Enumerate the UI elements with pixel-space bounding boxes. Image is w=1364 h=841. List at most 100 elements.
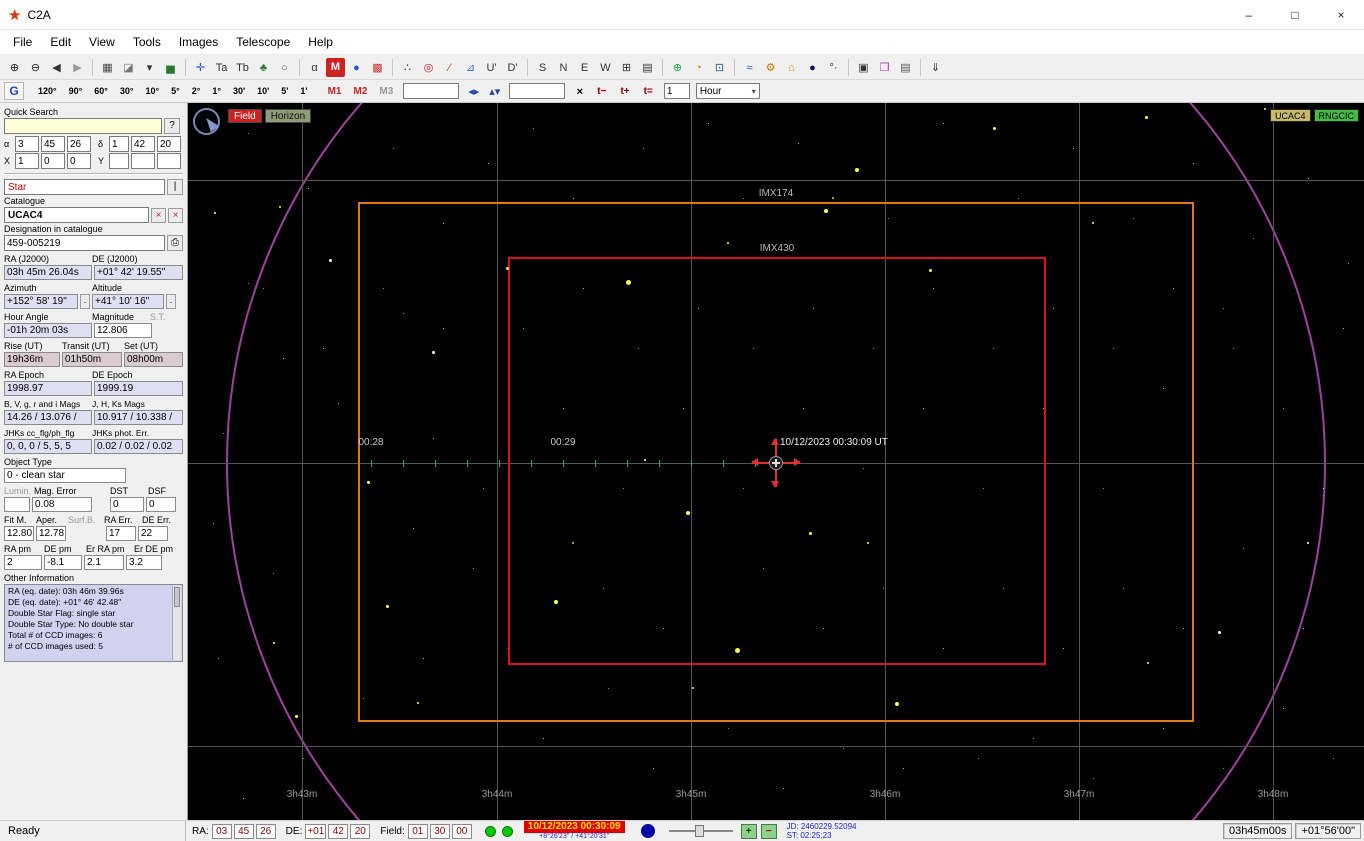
finder-frame-icon[interactable]: ⊞: [617, 58, 636, 77]
observatory-dome-icon[interactable]: ⌂: [782, 58, 801, 77]
dropdown-arrow-icon[interactable]: ▾: [140, 58, 159, 77]
designation-input[interactable]: [4, 235, 165, 251]
info-scrollbar[interactable]: [172, 586, 181, 660]
fov-button-30deg[interactable]: 30°: [115, 83, 139, 99]
field-value-2[interactable]: 00: [451, 823, 472, 839]
menu-item-telescope[interactable]: Telescope: [227, 32, 299, 52]
clear-search-icon[interactable]: ×: [570, 82, 589, 101]
date-display-icon[interactable]: D': [503, 58, 522, 77]
panel-splitter-button[interactable]: |: [167, 179, 183, 195]
west-icon[interactable]: W: [596, 58, 615, 77]
fov-button-1deg[interactable]: 1°: [207, 83, 226, 99]
ra-value-2[interactable]: 26: [255, 823, 276, 839]
sky-chart[interactable]: Field Horizon UCAC4 RNGCIC 3h43m 3h44m 3h45m…: [188, 103, 1364, 820]
greek-letters-icon[interactable]: α: [305, 58, 324, 77]
mark-button-m2[interactable]: M2: [348, 83, 372, 100]
de-degrees-input[interactable]: [109, 136, 129, 152]
time-now-button[interactable]: t=: [639, 84, 658, 99]
fov-button-5min[interactable]: 5': [276, 83, 293, 99]
constellation-icon[interactable]: ○: [275, 58, 294, 77]
catalogue-select[interactable]: UCAC4: [4, 207, 149, 223]
clock-icon[interactable]: ◔: [689, 58, 708, 77]
time-minus-button[interactable]: t−: [592, 84, 611, 99]
fov-button-1min[interactable]: 1': [295, 83, 312, 99]
quick-search-input[interactable]: [4, 118, 162, 134]
fov-button-120deg[interactable]: 120°: [33, 83, 62, 99]
de-value-1[interactable]: 42: [328, 823, 349, 839]
south-icon[interactable]: S: [533, 58, 552, 77]
night-mode-icon[interactable]: ●: [803, 58, 822, 77]
ra-hours-input[interactable]: [15, 136, 39, 152]
menu-item-tools[interactable]: Tools: [124, 32, 170, 52]
previous-view-icon[interactable]: ◀: [47, 58, 66, 77]
help-button[interactable]: ?: [164, 118, 180, 134]
zoom-in-button[interactable]: +: [740, 823, 757, 839]
x2-input[interactable]: [41, 153, 65, 169]
zoom-out-button[interactable]: −: [760, 823, 777, 839]
fov-button-10min[interactable]: 10': [252, 83, 274, 99]
de-value-2[interactable]: 20: [350, 823, 371, 839]
azimuth-more-button[interactable]: .: [80, 294, 90, 309]
comets-icon[interactable]: ∕: [440, 58, 459, 77]
de-value-0[interactable]: +01: [305, 823, 327, 839]
object-name-input[interactable]: [403, 83, 460, 99]
time-step-input[interactable]: [663, 83, 690, 99]
print-icon[interactable]: ⎙: [167, 235, 183, 251]
guide-telescope-button[interactable]: G: [4, 82, 24, 100]
flip-vertical-icon[interactable]: ▴▾: [485, 82, 504, 101]
menu-item-file[interactable]: File: [4, 32, 41, 52]
view-tab-field[interactable]: Field: [228, 109, 262, 123]
object-category-select[interactable]: Star: [4, 179, 165, 195]
menu-item-edit[interactable]: Edit: [41, 32, 80, 52]
star-names-icon[interactable]: Ta: [212, 58, 231, 77]
sky-background-icon[interactable]: ◪: [119, 58, 138, 77]
close-button[interactable]: ×: [1318, 0, 1364, 29]
fov-button-5deg[interactable]: 5°: [166, 83, 185, 99]
fov-button-10deg[interactable]: 10°: [141, 83, 165, 99]
mark-button-m1[interactable]: M1: [323, 83, 347, 100]
dss-image-icon[interactable]: ▤: [896, 58, 915, 77]
fov-button-30min[interactable]: 30': [228, 83, 250, 99]
fov-button-60deg[interactable]: 60°: [89, 83, 113, 99]
east-icon[interactable]: E: [575, 58, 594, 77]
minimize-button[interactable]: –: [1226, 0, 1272, 29]
ra-minutes-input[interactable]: [41, 136, 65, 152]
load-image-icon[interactable]: ⇓: [926, 58, 945, 77]
next-view-icon[interactable]: ▶: [68, 58, 87, 77]
field-value-0[interactable]: 01: [407, 823, 428, 839]
de-minutes-input[interactable]: [131, 136, 155, 152]
slider-thumb[interactable]: [694, 825, 704, 837]
altitude-more-button[interactable]: .: [166, 294, 176, 309]
star-labels-icon[interactable]: Tb: [233, 58, 252, 77]
y3-input[interactable]: [157, 153, 181, 169]
time-plus-button[interactable]: t+: [615, 84, 634, 99]
maximize-button[interactable]: □: [1272, 0, 1318, 29]
deep-sky-icon[interactable]: ♣: [254, 58, 273, 77]
zoom-out-icon[interactable]: ⊖: [26, 58, 45, 77]
center-field-icon[interactable]: ✛: [191, 58, 210, 77]
menu-item-help[interactable]: Help: [299, 32, 342, 52]
planets-icon[interactable]: ●: [347, 58, 366, 77]
fov-button-90deg[interactable]: 90°: [64, 83, 88, 99]
fov-button-2deg[interactable]: 2°: [187, 83, 206, 99]
image-document-icon[interactable]: ❒: [875, 58, 894, 77]
ra-value-0[interactable]: 03: [211, 823, 232, 839]
time-unit-select[interactable]: Hour ▾: [695, 83, 760, 99]
coordinates-icon[interactable]: °·: [824, 58, 843, 77]
compass-icon[interactable]: [193, 108, 220, 135]
double-stars-icon[interactable]: ∴: [398, 58, 417, 77]
messier-icon[interactable]: M: [326, 57, 345, 77]
camera-icon[interactable]: ▣: [854, 58, 873, 77]
settings-gear-icon[interactable]: ⚙: [761, 58, 780, 77]
uranus-icon[interactable]: U': [482, 58, 501, 77]
mark-button-m3[interactable]: M3: [374, 83, 398, 100]
menu-item-view[interactable]: View: [80, 32, 124, 52]
ra-seconds-input[interactable]: [67, 136, 91, 152]
zoom-in-icon[interactable]: ⊕: [5, 58, 24, 77]
view-tab-horizon[interactable]: Horizon: [264, 109, 312, 123]
histogram-icon[interactable]: ▅: [161, 58, 180, 77]
screen-mode-icon[interactable]: ⊡: [710, 58, 729, 77]
flip-horizontal-icon[interactable]: ◂▸: [464, 82, 483, 101]
y2-input[interactable]: [131, 153, 155, 169]
ccd-frame-icon[interactable]: ▩: [368, 58, 387, 77]
